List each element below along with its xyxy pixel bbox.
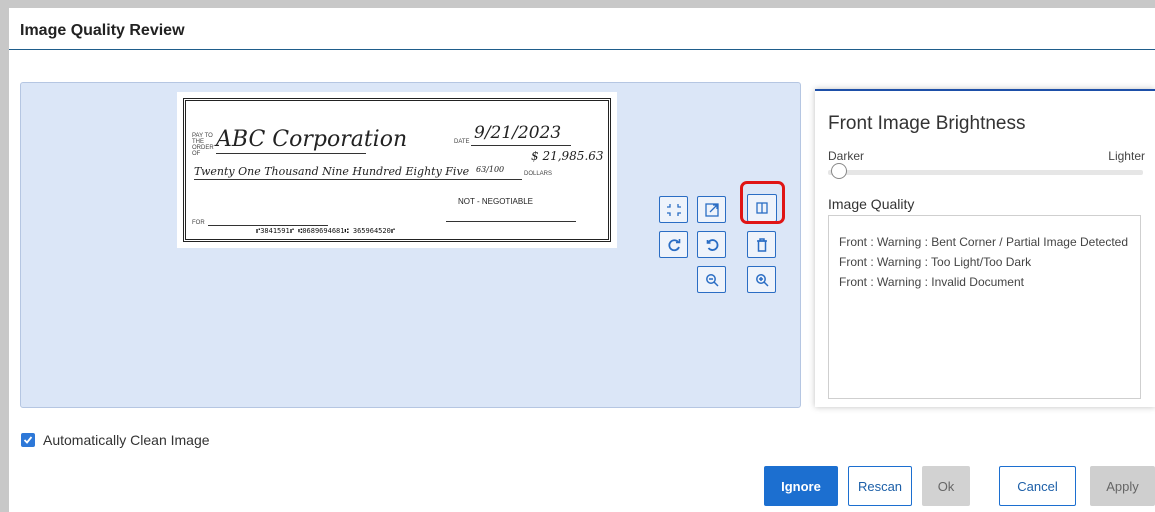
image-quality-messages: Front : Warning : Bent Corner / Partial … — [828, 215, 1141, 399]
title-divider — [9, 49, 1155, 50]
words-line — [194, 179, 522, 180]
panel-title: Front Image Brightness — [828, 113, 1026, 134]
quality-message: Front : Warning : Too Light/Too Dark — [839, 255, 1032, 269]
dialog-title: Image Quality Review — [20, 22, 185, 39]
zoom-out-icon — [705, 273, 719, 287]
micr-line: ⑈3841591⑈ ⑆0689694681⑆ 365964520⑈ — [256, 227, 396, 235]
brightness-slider-track[interactable] — [828, 170, 1143, 175]
checkmark-icon — [23, 436, 33, 444]
date-label: DATE — [454, 139, 470, 145]
date-line — [471, 145, 571, 146]
cancel-button[interactable]: Cancel — [999, 466, 1076, 506]
image-quality-label: Image Quality — [828, 196, 915, 212]
auto-clean-option[interactable]: Automatically Clean Image — [21, 432, 210, 448]
ok-button[interactable]: Ok — [922, 466, 970, 506]
not-negotiable-stamp: NOT - NEGOTIABLE — [458, 197, 533, 206]
memo-line — [208, 225, 328, 226]
payee-line — [216, 153, 366, 154]
fit-icon — [666, 203, 681, 216]
slider-darker-label: Darker — [828, 149, 865, 163]
zoom-out-button[interactable] — [697, 266, 726, 293]
image-quality-dialog: Image Quality Review PAY TO THE ORDER OF… — [9, 8, 1155, 512]
open-external-icon — [704, 202, 719, 217]
dollars-label: DOLLARS — [524, 171, 553, 177]
amount-words: Twenty One Thousand Nine Hundred Eighty … — [194, 165, 470, 178]
highlight-marker — [740, 181, 785, 224]
open-external-button[interactable] — [697, 196, 726, 223]
apply-button[interactable]: Apply — [1090, 466, 1155, 506]
brightness-slider-thumb[interactable] — [831, 163, 848, 179]
brightness-panel: Front Image Brightness Darker Lighter Im… — [815, 89, 1155, 407]
slider-lighter-label: Lighter — [1108, 149, 1145, 163]
zoom-in-button[interactable] — [747, 266, 776, 293]
date-text: 9/21/2023 — [474, 123, 562, 143]
auto-clean-checkbox[interactable] — [21, 433, 35, 447]
undo-button[interactable] — [697, 231, 726, 258]
cents-text: 63/100 — [476, 165, 505, 174]
undo-icon — [706, 238, 718, 251]
payee-text: ABC Corporation — [216, 127, 408, 152]
ignore-button[interactable]: Ignore — [764, 466, 838, 506]
check-image: PAY TO THE ORDER OF ABC Corporation DATE… — [177, 92, 617, 248]
rescan-button[interactable]: Rescan — [848, 466, 912, 506]
rotate-right-button[interactable] — [659, 231, 688, 258]
fit-button[interactable] — [659, 196, 688, 223]
signature-line — [446, 221, 576, 222]
rotate-right-icon — [667, 238, 680, 251]
amount-numeric: $ 21,985.63 — [531, 149, 604, 163]
zoom-in-icon — [755, 273, 769, 287]
for-label: FOR — [192, 220, 205, 226]
quality-message: Front : Warning : Bent Corner / Partial … — [839, 235, 1129, 249]
quality-message: Front : Warning : Invalid Document — [839, 275, 1024, 289]
auto-clean-label: Automatically Clean Image — [43, 432, 210, 448]
delete-icon — [756, 237, 767, 252]
delete-button[interactable] — [747, 231, 776, 258]
